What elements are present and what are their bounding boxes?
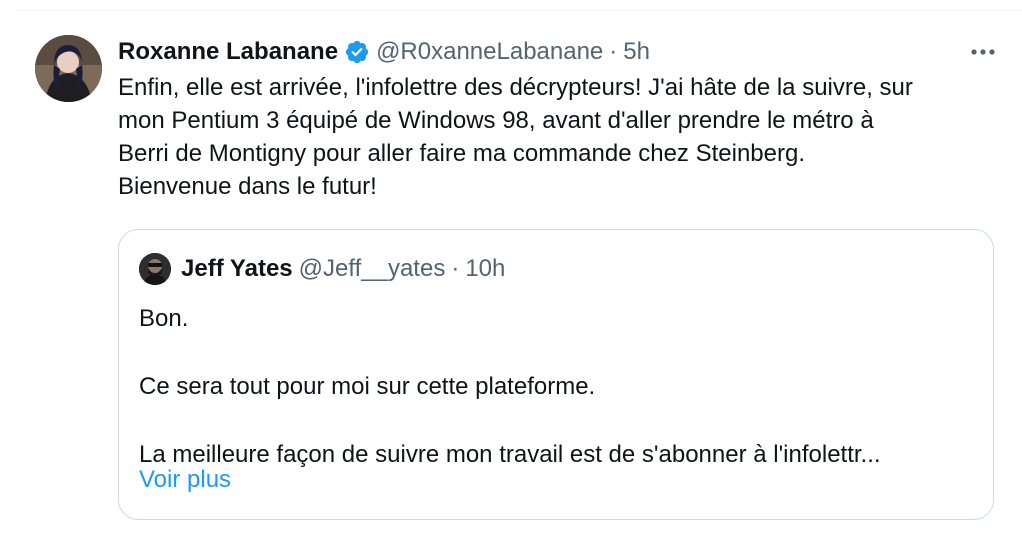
author-name[interactable]: Roxanne Labanane: [118, 38, 338, 66]
tweet-text-line: Bienvenue dans le futur!: [118, 173, 377, 200]
quoted-paragraph: Bon.: [139, 305, 189, 332]
tweet-text-line: mon Pentium 3 équipé de Windows 98, avan…: [118, 107, 874, 134]
quoted-paragraph: Ce sera tout pour moi sur cette platefor…: [139, 373, 596, 400]
ellipsis-icon[interactable]: [966, 40, 1000, 64]
tweet-time[interactable]: 5h: [623, 38, 650, 66]
quoted-header: Jeff Yates @Jeff__yates · 10h: [139, 252, 505, 286]
quoted-tweet[interactable]: Jeff Yates @Jeff__yates · 10h Bon. Ce se…: [118, 229, 994, 520]
quoted-separator-dot: ·: [451, 255, 460, 282]
quoted-paragraph: La meilleure façon de suivre mon travail…: [139, 441, 881, 468]
quoted-time: 10h: [465, 255, 506, 282]
separator-dot: ·: [609, 38, 618, 65]
author-avatar[interactable]: [35, 35, 102, 102]
quoted-text: Bon. Ce sera tout pour moi sur cette pla…: [139, 302, 979, 472]
tweet[interactable]: Roxanne Labanane @R0xanneLabanane · 5h E…: [0, 0, 1022, 538]
verified-badge-icon: [344, 39, 370, 65]
quoted-author-avatar: [139, 253, 171, 285]
tweet-header: Roxanne Labanane @R0xanneLabanane · 5h: [118, 36, 650, 68]
show-more-link[interactable]: Voir plus: [139, 466, 231, 494]
tweet-text: Enfin, elle est arrivée, l'infolettre de…: [118, 71, 1008, 203]
quoted-author-handle: @Jeff__yates: [298, 255, 446, 282]
quoted-author-name: Jeff Yates: [181, 255, 293, 282]
tweet-text-line: Berri de Montigny pour aller faire ma co…: [118, 140, 805, 167]
author-handle[interactable]: @R0xanneLabanane: [376, 38, 603, 66]
tweet-text-line: Enfin, elle est arrivée, l'infolettre de…: [118, 74, 913, 101]
